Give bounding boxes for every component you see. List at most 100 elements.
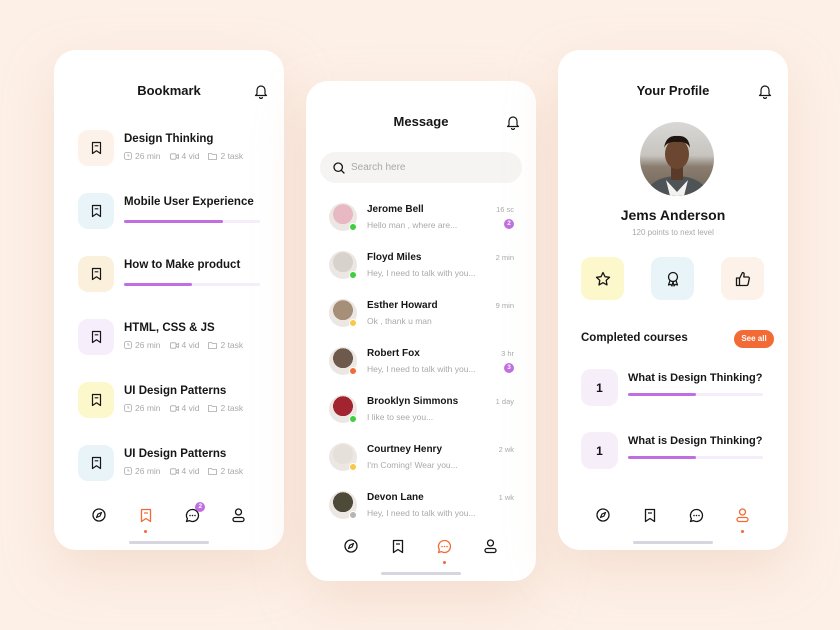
nav-profile[interactable] bbox=[230, 508, 248, 528]
progress-bar bbox=[124, 283, 260, 286]
likes-button[interactable] bbox=[721, 257, 764, 300]
user-icon bbox=[484, 539, 497, 554]
contact-name: Floyd Miles bbox=[367, 252, 422, 263]
user-icon bbox=[232, 508, 245, 523]
award-icon bbox=[667, 271, 678, 287]
nav-bookmark[interactable] bbox=[389, 539, 407, 559]
search-input[interactable] bbox=[351, 162, 501, 173]
search-bar[interactable] bbox=[320, 152, 522, 183]
bookmark-tile bbox=[78, 319, 114, 355]
message-time: 1 wk bbox=[498, 493, 514, 502]
bell-icon[interactable] bbox=[506, 114, 520, 130]
folder-icon bbox=[208, 468, 218, 475]
bookmark-tile bbox=[78, 382, 114, 418]
section-title: Completed courses bbox=[581, 332, 688, 344]
status-indicator bbox=[349, 511, 357, 519]
task-count: 2 task bbox=[220, 151, 244, 161]
home-indicator bbox=[381, 572, 461, 575]
folder-icon bbox=[208, 342, 218, 349]
chat-icon bbox=[437, 539, 451, 554]
nav-profile[interactable] bbox=[734, 508, 752, 533]
achievements-button[interactable] bbox=[651, 257, 694, 300]
message-item[interactable]: Brooklyn Simmons I like to see you... 1 … bbox=[329, 395, 514, 429]
folder-icon bbox=[208, 153, 218, 160]
progress-bar bbox=[124, 220, 260, 223]
message-item[interactable]: Robert Fox Hey, I need to talk with you.… bbox=[329, 347, 514, 381]
nav-chat[interactable]: 2 bbox=[183, 502, 206, 528]
nav-chat[interactable] bbox=[435, 539, 453, 564]
bookmark-icon bbox=[91, 456, 101, 470]
course-meta: 26 min 4 vid 2 task bbox=[124, 403, 243, 413]
home-indicator bbox=[633, 541, 713, 544]
favorites-button[interactable] bbox=[581, 257, 624, 300]
message-time: 1 day bbox=[495, 397, 514, 406]
video-icon bbox=[169, 467, 179, 475]
bookmark-icon bbox=[644, 508, 655, 523]
contact-name: Robert Fox bbox=[367, 348, 420, 359]
profile-avatar[interactable] bbox=[640, 122, 714, 196]
duration: 26 min bbox=[135, 151, 161, 161]
video-count: 4 vid bbox=[181, 151, 200, 161]
nav-explore[interactable] bbox=[342, 539, 360, 559]
bottom-nav bbox=[306, 539, 536, 564]
bookmark-screen: Bookmark Design Thinking 26 min 4 vid 2 … bbox=[54, 50, 284, 550]
points-to-next-level: 120 points to next level bbox=[632, 228, 714, 237]
course-number: 1 bbox=[581, 369, 618, 406]
unread-badge: 2 bbox=[504, 219, 514, 229]
user-icon bbox=[736, 508, 749, 523]
nav-bookmark[interactable] bbox=[137, 508, 155, 533]
nav-explore[interactable] bbox=[90, 508, 108, 528]
nav-chat[interactable] bbox=[687, 508, 705, 528]
video-icon bbox=[169, 341, 179, 349]
completed-course-item[interactable]: 1 What is Design Thinking? bbox=[581, 369, 766, 406]
course-meta: 26 min 4 vid 2 task bbox=[124, 340, 243, 350]
duration: 26 min bbox=[135, 466, 161, 476]
compass-icon bbox=[92, 508, 106, 522]
course-title: What is Design Thinking? bbox=[628, 435, 763, 447]
task-count: 2 task bbox=[220, 466, 244, 476]
bookmark-item[interactable]: Design Thinking 26 min 4 vid 2 task bbox=[78, 130, 268, 170]
bookmark-item[interactable]: Mobile User Experience bbox=[78, 193, 268, 233]
bookmark-icon bbox=[91, 393, 101, 407]
bookmark-icon bbox=[140, 508, 151, 523]
home-indicator bbox=[129, 541, 209, 544]
course-number: 1 bbox=[581, 432, 618, 469]
contact-name: Jerome Bell bbox=[367, 204, 424, 215]
see-all-button[interactable]: See all bbox=[734, 330, 774, 348]
bell-icon[interactable] bbox=[254, 83, 268, 99]
completed-course-item[interactable]: 1 What is Design Thinking? bbox=[581, 432, 766, 469]
status-indicator bbox=[349, 319, 357, 327]
bookmark-item[interactable]: UI Design Patterns 26 min 4 vid 2 task bbox=[78, 445, 268, 485]
message-item[interactable]: Jerome Bell Hello man , where are... 16 … bbox=[329, 203, 514, 237]
bell-icon[interactable] bbox=[758, 83, 772, 99]
bookmark-item[interactable]: UI Design Patterns 26 min 4 vid 2 task bbox=[78, 382, 268, 422]
message-item[interactable]: Courtney Henry I'm Coming! Wear you... 2… bbox=[329, 443, 514, 477]
task-count: 2 task bbox=[220, 403, 244, 413]
nav-explore[interactable] bbox=[594, 508, 612, 528]
message-time: 2 min bbox=[495, 253, 514, 262]
course-title: HTML, CSS & JS bbox=[124, 322, 215, 334]
message-time: 2 wk bbox=[498, 445, 514, 454]
course-title: UI Design Patterns bbox=[124, 385, 227, 397]
message-item[interactable]: Devon Lane Hey, I need to talk with you.… bbox=[329, 491, 514, 525]
message-time: 16 sc bbox=[496, 205, 514, 214]
duration: 26 min bbox=[135, 340, 161, 350]
bookmark-item[interactable]: HTML, CSS & JS 26 min 4 vid 2 task bbox=[78, 319, 268, 359]
message-item[interactable]: Esther Howard Ok , thank u man 9 min bbox=[329, 299, 514, 333]
nav-profile[interactable] bbox=[482, 539, 500, 559]
message-preview: Hey, I need to talk with you... bbox=[367, 508, 476, 518]
bookmark-tile bbox=[78, 445, 114, 481]
status-indicator bbox=[349, 271, 357, 279]
message-item[interactable]: Floyd Miles Hey, I need to talk with you… bbox=[329, 251, 514, 285]
clock-icon bbox=[124, 152, 132, 160]
active-indicator bbox=[442, 561, 446, 564]
message-preview: I like to see you... bbox=[367, 412, 434, 422]
status-indicator bbox=[349, 463, 357, 471]
bookmark-tile bbox=[78, 256, 114, 292]
page-title: Your Profile bbox=[636, 83, 710, 98]
bookmark-item[interactable]: How to Make product bbox=[78, 256, 268, 296]
message-screen: Message Jerome Bell Hello man , where ar… bbox=[306, 81, 536, 581]
contact-name: Devon Lane bbox=[367, 492, 424, 503]
nav-bookmark[interactable] bbox=[641, 508, 659, 528]
chat-badge: 2 bbox=[195, 502, 206, 512]
